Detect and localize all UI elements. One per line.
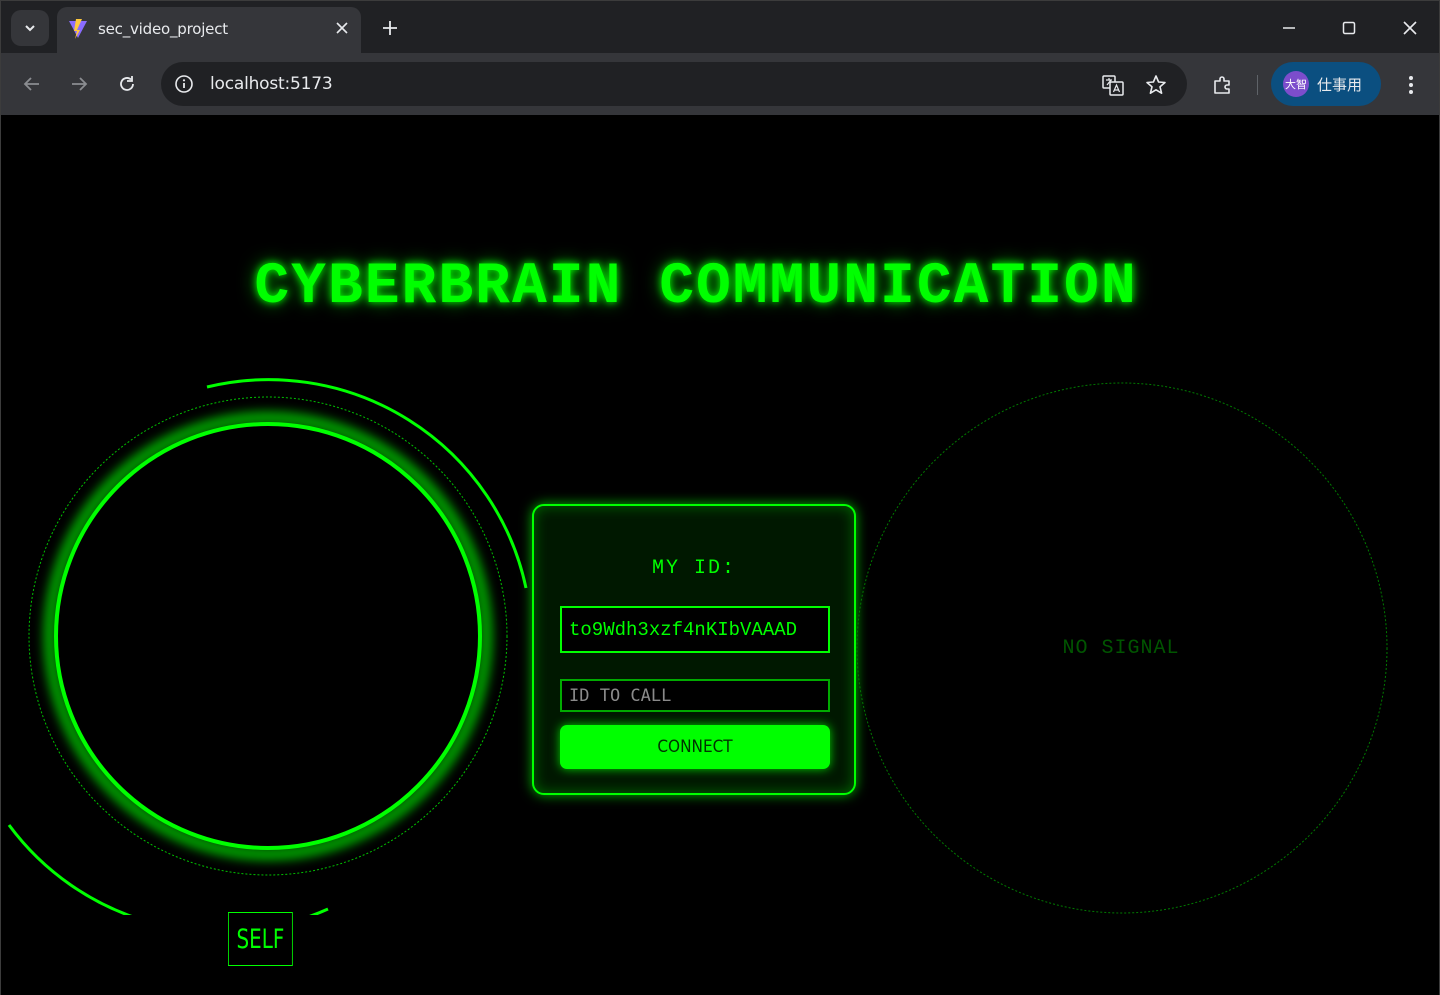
- back-button[interactable]: [17, 69, 47, 99]
- reload-icon: [120, 76, 134, 91]
- translate-icon: [1102, 75, 1124, 96]
- extensions-button[interactable]: [1209, 71, 1237, 99]
- remote-status: NO SIGNAL: [1062, 637, 1180, 660]
- maximize-button[interactable]: [1334, 13, 1364, 43]
- self-video-ring: [54, 422, 482, 850]
- star-icon: [1146, 75, 1166, 94]
- page-title: CYBERBRAIN COMMUNICATION: [254, 255, 1138, 320]
- self-label: SELF: [228, 912, 293, 966]
- address-bar[interactable]: localhost:5173: [161, 62, 1187, 106]
- arrow-right-icon: [72, 77, 88, 91]
- chevron-down-icon: [25, 25, 35, 32]
- forward-button[interactable]: [64, 69, 94, 99]
- bookmark-button[interactable]: [1144, 73, 1168, 97]
- minimize-icon: [1283, 27, 1295, 29]
- connect-button[interactable]: CONNECT: [560, 725, 830, 769]
- vite-logo-icon: [69, 19, 87, 39]
- connection-panel: MY ID: to9Wdh3xzf4nKIbVAAAD CONNECT: [532, 504, 856, 795]
- window-close-button[interactable]: [1395, 13, 1425, 43]
- plus-icon: [383, 21, 397, 35]
- app-page: CYBERBRAIN COMMUNICATION SELF MY ID: to9…: [0, 115, 1440, 995]
- puzzle-icon: [1214, 76, 1230, 94]
- tab-close-button[interactable]: [331, 17, 353, 39]
- url-text: localhost:5173: [210, 74, 333, 94]
- browser-menu-button[interactable]: [1397, 71, 1425, 99]
- site-info-button[interactable]: [173, 73, 195, 95]
- browser-toolbar: localhost:5173 大智 仕事用: [0, 53, 1440, 115]
- minimize-button[interactable]: [1274, 13, 1304, 43]
- active-tab[interactable]: sec_video_project: [57, 7, 361, 54]
- reload-button[interactable]: [112, 69, 142, 99]
- info-icon: [175, 75, 193, 93]
- self-video-frame: [7, 378, 528, 915]
- maximize-icon: [1342, 21, 1356, 35]
- my-id-label: MY ID:: [651, 557, 736, 580]
- my-id-value: to9Wdh3xzf4nKIbVAAAD: [560, 606, 830, 653]
- translate-button[interactable]: [1101, 73, 1125, 97]
- profile-button[interactable]: 大智 仕事用: [1271, 62, 1381, 106]
- toolbar-separator: [1257, 75, 1258, 95]
- id-to-call-input[interactable]: [560, 679, 830, 712]
- more-vertical-icon: [1409, 76, 1413, 94]
- close-icon: [336, 22, 348, 34]
- new-tab-button[interactable]: [377, 15, 403, 41]
- arrow-left-icon: [23, 77, 39, 91]
- avatar: 大智: [1283, 71, 1309, 97]
- tab-title: sec_video_project: [98, 20, 228, 38]
- browser-tab-bar: sec_video_project: [0, 0, 1440, 54]
- profile-label: 仕事用: [1317, 76, 1363, 94]
- close-icon: [1403, 21, 1417, 35]
- self-label-text: SELF: [236, 923, 285, 955]
- tab-search-button[interactable]: [11, 10, 49, 46]
